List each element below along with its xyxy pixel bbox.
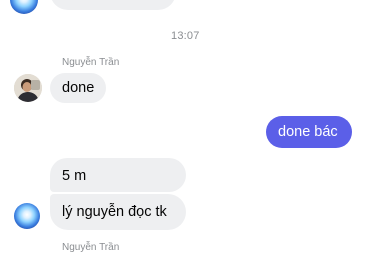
incoming-message-ly-nguyen[interactable]: lý nguyễn đọc tk — [50, 194, 186, 230]
message-bubble-partial[interactable] — [50, 0, 176, 10]
sender-name: Nguyễn Trần — [62, 57, 120, 68]
outgoing-message-done-bac[interactable]: done bác — [266, 116, 352, 148]
message-timestamp: 13:07 — [171, 30, 200, 42]
person-photo-icon — [14, 74, 42, 102]
sender-name-footer: Nguyễn Trần — [62, 242, 120, 253]
person-avatar[interactable] — [14, 74, 42, 102]
message-text: done bác — [278, 124, 338, 140]
message-text: lý nguyễn đọc tk — [62, 204, 167, 220]
incoming-message-done[interactable]: done — [50, 73, 106, 103]
sender-avatar-orb-top[interactable] — [10, 0, 38, 14]
message-text: 5 m — [62, 168, 87, 184]
sender-avatar-orb[interactable] — [14, 203, 40, 229]
message-text: done — [62, 80, 95, 96]
incoming-message-5m[interactable]: 5 m — [50, 158, 186, 192]
